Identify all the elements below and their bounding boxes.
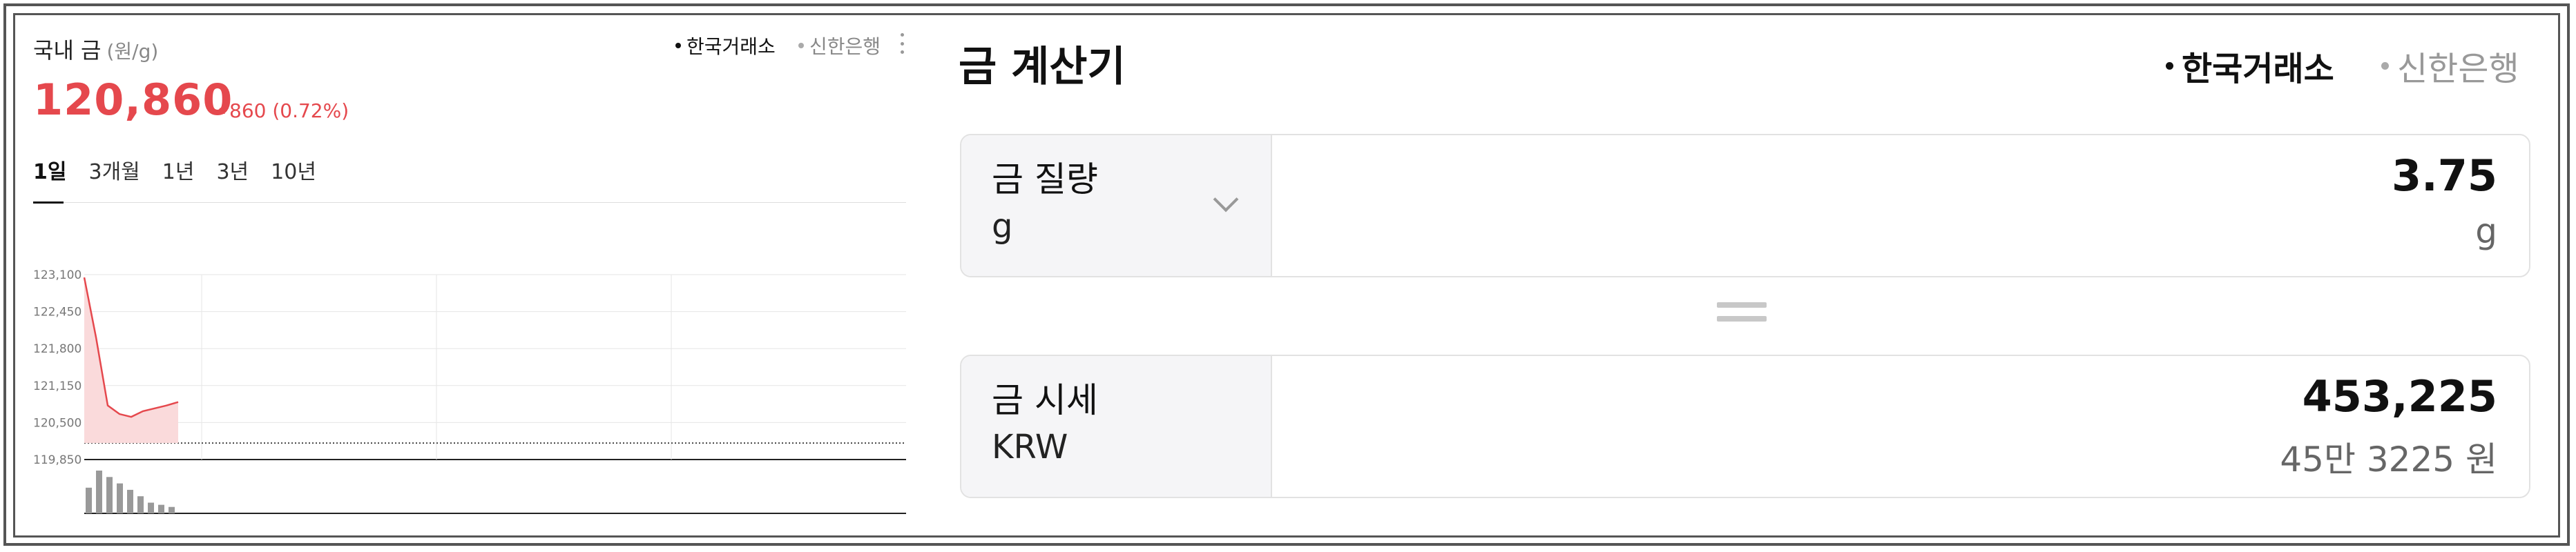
equals-icon	[1717, 302, 1767, 330]
weight-label: 금 질량	[992, 159, 1098, 199]
volume-bar	[158, 504, 164, 513]
volume-bar	[86, 487, 92, 513]
volume-bar	[137, 496, 144, 513]
price-value-korean: 45만 3225 원	[2280, 440, 2497, 480]
current-price: 120,860	[33, 75, 233, 125]
bullet-icon	[798, 43, 804, 48]
widget-title-text: 국내 금	[33, 37, 102, 63]
price-currency: KRW	[992, 428, 1068, 466]
volume-bar	[127, 489, 133, 513]
y-tick-label: 121,150	[33, 379, 81, 393]
y-tick-label: 119,850	[33, 453, 81, 467]
calc-source-krx-tab[interactable]: 한국거래소	[2166, 41, 2334, 90]
period-tabs: 1일 3개월 1년 3년 10년	[33, 155, 338, 185]
source-krx-tab[interactable]: 한국거래소	[675, 32, 776, 59]
chevron-down-icon	[1213, 186, 1239, 213]
volume-bar	[148, 502, 154, 513]
weight-unit-label: g	[992, 207, 1013, 246]
weight-value-unit: g	[2475, 211, 2497, 251]
volume-bar	[169, 506, 175, 513]
triangle-up-icon	[215, 108, 225, 114]
calc-source-shinhan-label: 신한은행	[2397, 50, 2519, 88]
y-tick-label: 121,800	[33, 342, 81, 356]
active-tab-indicator	[33, 201, 64, 204]
calculator-title: 금 계산기	[959, 43, 1126, 91]
price-area	[84, 277, 178, 444]
price-output-box: 금 시세 KRW 453,225 45만 3225 원	[960, 355, 2530, 498]
more-vertical-icon[interactable]	[901, 33, 905, 54]
y-tick-label: 120,500	[33, 416, 81, 430]
price-chart[interactable]: 123,100 122,450 121,800 121,150 120,500 119,8…	[33, 232, 906, 522]
price-change-text: 860 (0.72%)	[229, 99, 349, 122]
bullet-icon	[2166, 61, 2173, 70]
calc-source-shinhan-tab[interactable]: 신한은행	[2381, 41, 2519, 90]
tab-3y[interactable]: 3년	[216, 155, 249, 185]
tabs-divider	[33, 202, 906, 203]
bullet-icon	[675, 43, 681, 48]
volume-bar	[117, 483, 123, 513]
y-tick-label: 122,450	[33, 306, 81, 319]
price-change: 860 (0.72%)	[215, 99, 349, 122]
weight-input-box: 금 질량 g 3.75 g	[960, 134, 2530, 277]
y-tick-label: 123,100	[33, 268, 81, 282]
source-krx-label: 한국거래소	[686, 35, 776, 58]
widget-title: 국내 금 (원/g)	[33, 33, 158, 65]
tab-1d[interactable]: 1일	[33, 155, 66, 185]
tab-10y[interactable]: 10년	[271, 155, 316, 185]
gold-price-widget: 국내 금 (원/g) 한국거래소 신한은행 120,860 860 (0.72%)…	[33, 25, 906, 522]
source-shinhan-tab[interactable]: 신한은행	[798, 32, 881, 59]
tab-1y[interactable]: 1년	[162, 155, 195, 185]
price-value: 453,225	[2302, 371, 2497, 422]
price-label-cell: 금 시세 KRW	[961, 356, 1272, 497]
weight-unit-select[interactable]: 금 질량 g	[961, 135, 1272, 276]
gold-calculator: 금 계산기 한국거래소 신한은행 금 질량 g 3.75 g 금 시세 KRW …	[959, 25, 2533, 522]
volume-bar	[96, 471, 102, 513]
price-label: 금 시세	[992, 380, 1098, 420]
tab-3m[interactable]: 3개월	[88, 155, 140, 185]
calc-source-krx-label: 한국거래소	[2182, 50, 2334, 88]
source-shinhan-label: 신한은행	[809, 35, 881, 58]
volume-bar	[106, 477, 113, 513]
widget-unit: (원/g)	[106, 40, 159, 63]
weight-value-input[interactable]: 3.75	[2392, 150, 2497, 201]
bullet-icon	[2381, 61, 2389, 70]
